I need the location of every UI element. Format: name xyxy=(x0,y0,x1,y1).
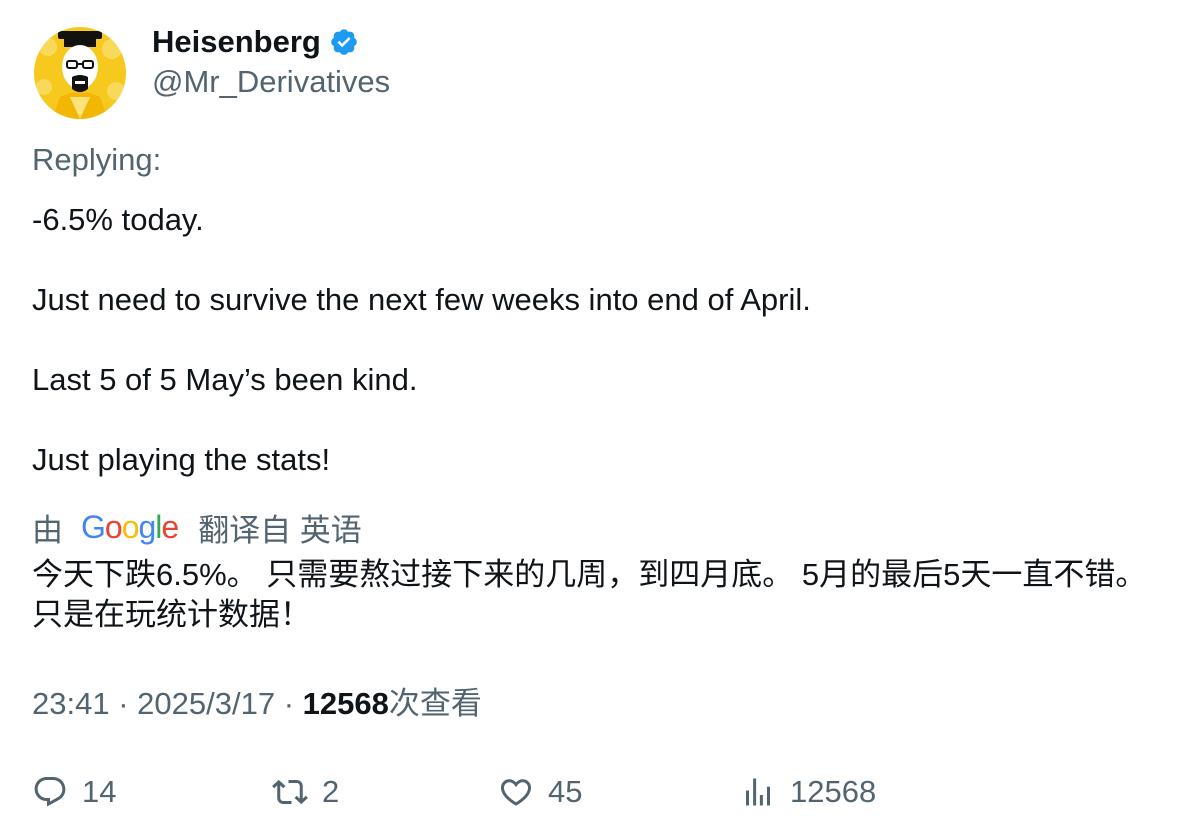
google-letter: G xyxy=(81,508,106,545)
tweet-date[interactable]: 2025/3/17 xyxy=(137,686,275,721)
tweet-paragraph: Last 5 of 5 May’s been kind. xyxy=(32,362,418,397)
retweet-count: 2 xyxy=(322,774,340,809)
retweet-icon xyxy=(272,779,308,805)
google-letter: g xyxy=(138,508,156,545)
views-count: 12568 xyxy=(302,686,389,721)
like-count: 45 xyxy=(548,774,583,809)
author-avatar[interactable] xyxy=(34,27,126,119)
google-logo: Google xyxy=(81,508,179,546)
translated-text: 今天下跌6.5%。 只需要熬过接下来的几周，到四月底。 5月的最后5天一直不错。… xyxy=(32,557,1147,632)
reply-icon xyxy=(34,777,66,807)
meta-separator: · xyxy=(283,686,295,721)
tweet-meta: 23:41 · 2025/3/17 · 12568次查看 xyxy=(32,684,482,724)
like-button[interactable]: 45 xyxy=(498,770,582,814)
tweet-paragraph: Just need to survive the next few weeks … xyxy=(32,282,811,317)
author-name[interactable]: Heisenberg xyxy=(152,22,321,62)
google-letter: o xyxy=(104,508,123,545)
meta-separator: · xyxy=(118,686,129,721)
views-button[interactable]: 12568 xyxy=(740,770,876,814)
tweet-text: -6.5% today. Just need to survive the ne… xyxy=(32,200,1162,480)
google-letter: o xyxy=(121,508,140,545)
tweet-paragraph: Just playing the stats! xyxy=(32,442,331,477)
translated-by-label: 由 xyxy=(32,512,63,548)
author-name-row[interactable]: Heisenberg xyxy=(152,22,359,62)
views-action-count: 12568 xyxy=(790,774,877,809)
translated-from-label[interactable]: 翻译自 英语 xyxy=(198,505,362,550)
reply-button[interactable]: 14 xyxy=(32,770,116,814)
verified-badge-icon xyxy=(331,29,357,55)
retweet-button[interactable]: 2 xyxy=(272,770,339,814)
analytics-icon xyxy=(746,778,770,806)
replying-label: Replying: xyxy=(32,142,162,177)
author-handle[interactable]: @Mr_Derivatives xyxy=(152,62,390,102)
avatar-image xyxy=(34,27,126,119)
views-label: 次查看 xyxy=(388,686,482,721)
reply-count: 14 xyxy=(82,774,117,809)
tweet-paragraph: -6.5% today. xyxy=(32,202,204,237)
translation-attribution: 由 Google 翻译自 英语 xyxy=(32,506,362,548)
heart-icon xyxy=(500,779,532,806)
tweet-time[interactable]: 23:41 xyxy=(32,686,110,721)
tweet-actions: 14 2 45 12568 xyxy=(32,770,1162,814)
google-letter: e xyxy=(161,508,179,545)
